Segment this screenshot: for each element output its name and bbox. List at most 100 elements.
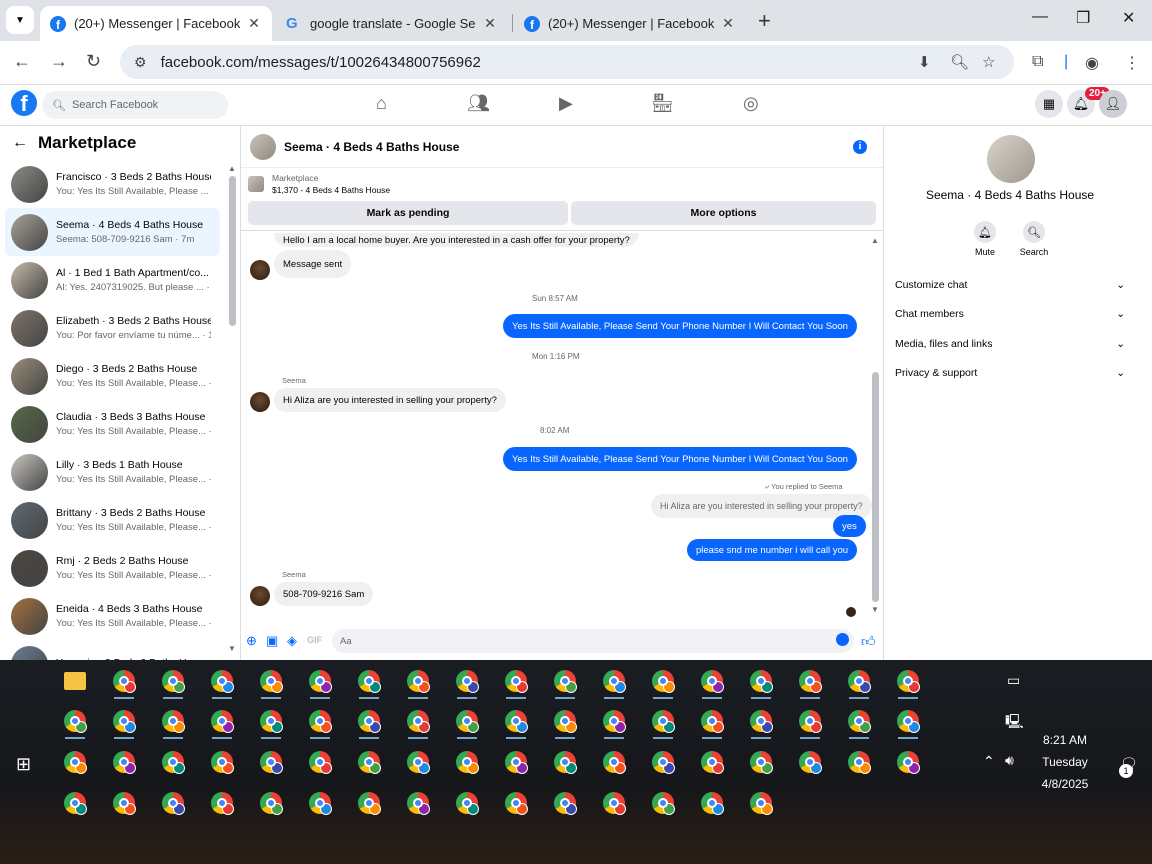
scrollbar[interactable] <box>229 176 236 326</box>
chrome-profile-icon[interactable] <box>356 708 382 739</box>
photo-icon[interactable]: ▣ <box>266 633 278 649</box>
close-tab-icon[interactable]: ✕ <box>246 15 262 32</box>
tab-messenger-1[interactable]: f (20+) Messenger | Facebook ✕ <box>40 6 272 41</box>
chrome-profile-icon[interactable] <box>454 708 480 739</box>
facebook-search-input[interactable]: 🔍︎ Search Facebook <box>42 91 228 119</box>
message-input[interactable]: Aa <box>332 629 854 653</box>
section-customize-chat[interactable]: Customize chat ⌄ <box>895 279 1125 291</box>
chrome-profile-icon[interactable] <box>209 708 235 739</box>
chrome-profile-icon[interactable] <box>748 668 774 699</box>
gif-icon[interactable]: GIF <box>307 635 322 645</box>
plus-icon[interactable]: ⊕ <box>246 633 257 649</box>
bookmark-star-icon[interactable]: ☆ <box>982 53 995 71</box>
conversation-item[interactable]: Diego · 3 Beds 2 Baths House You: Yes Its… <box>5 352 220 400</box>
chat-scrollbar[interactable] <box>872 372 879 602</box>
conversation-item[interactable]: Al · 1 Bed 1 Bath Apartment/co... Al: Yes… <box>5 256 220 304</box>
chrome-profile-icon[interactable] <box>62 790 88 816</box>
close-window-button[interactable]: ✕ <box>1122 8 1135 28</box>
chrome-profile-icon[interactable] <box>699 708 725 739</box>
chrome-profile-icon[interactable] <box>111 668 137 699</box>
address-bar[interactable]: ⚙ facebook.com/messages/t/10026434800756… <box>120 45 1014 79</box>
meet-now-icon[interactable]: ▭ <box>1007 672 1020 689</box>
section-chat-members[interactable]: Chat members ⌄ <box>895 308 1125 320</box>
network-icon[interactable]: 🖳︎ <box>1005 711 1024 735</box>
emoji-icon[interactable] <box>836 633 849 646</box>
more-options-button[interactable]: More options <box>571 201 876 225</box>
scroll-up-icon[interactable]: ▲ <box>228 164 236 173</box>
taskbar-day[interactable]: Tuesday <box>1030 755 1100 769</box>
chrome-profile-icon[interactable] <box>699 749 725 775</box>
chat-title[interactable]: Seema · 4 Beds 4 Baths House <box>284 140 459 154</box>
marketplace-icon[interactable]: 🏪︎ <box>651 93 674 114</box>
chrome-profile-icon[interactable] <box>307 749 333 775</box>
conversation-item[interactable]: Claudia · 3 Beds 3 Baths House You: Yes I… <box>5 400 220 448</box>
chrome-profile-icon[interactable] <box>111 708 137 739</box>
new-tab-button[interactable]: + <box>758 8 771 34</box>
chrome-profile-icon[interactable] <box>356 668 382 699</box>
chrome-profile-icon[interactable] <box>797 749 823 775</box>
chrome-profile-icon[interactable] <box>111 749 137 775</box>
chrome-profile-icon[interactable] <box>846 749 872 775</box>
chrome-profile-icon[interactable] <box>650 708 676 739</box>
chrome-profile-icon[interactable] <box>895 708 921 739</box>
chrome-profile-icon[interactable] <box>405 668 431 699</box>
back-icon[interactable]: ← <box>13 51 31 72</box>
reload-icon[interactable]: ↻ <box>86 51 101 72</box>
forward-icon[interactable]: → <box>50 51 68 72</box>
chrome-profile-icon[interactable] <box>454 668 480 699</box>
mute-button[interactable]: 🔔︎ Mute <box>963 221 1007 257</box>
scroll-up-icon[interactable]: ▲ <box>871 236 879 245</box>
facebook-logo[interactable]: f <box>11 90 37 116</box>
chrome-profile-icon[interactable] <box>552 749 578 775</box>
chrome-profile-icon[interactable] <box>62 708 88 739</box>
conversation-item[interactable]: Brittany · 3 Beds 2 Baths House You: Yes … <box>5 496 220 544</box>
scroll-down-icon[interactable]: ▼ <box>871 605 879 614</box>
chrome-profile-icon[interactable] <box>258 790 284 816</box>
chrome-profile-icon[interactable] <box>650 749 676 775</box>
chrome-profile-icon[interactable] <box>846 708 872 739</box>
chrome-profile-icon[interactable] <box>356 749 382 775</box>
chat-avatar[interactable] <box>250 133 276 160</box>
info-icon[interactable]: i <box>853 140 867 154</box>
video-icon[interactable]: ▶ <box>559 93 573 114</box>
chrome-profile-icon[interactable] <box>405 749 431 775</box>
chrome-profile-icon[interactable] <box>748 749 774 775</box>
conversation-item[interactable]: Francisco · 3 Beds 2 Baths House You: Yes… <box>5 160 220 208</box>
taskbar-time[interactable]: 8:21 AM <box>1030 733 1100 747</box>
chrome-profile-icon[interactable] <box>209 749 235 775</box>
tab-messenger-2[interactable]: f (20+) Messenger | Facebook ✕ <box>514 6 746 41</box>
chrome-profile-icon[interactable] <box>258 749 284 775</box>
chrome-profile-icon[interactable] <box>650 668 676 699</box>
close-tab-icon[interactable]: ✕ <box>482 15 498 32</box>
chrome-profile-icon[interactable] <box>699 668 725 699</box>
chrome-profile-icon[interactable] <box>601 668 627 699</box>
listing-thumbnail[interactable] <box>248 176 264 192</box>
chrome-profile-icon[interactable] <box>797 668 823 699</box>
thumbs-up-icon[interactable]: 👍︎ <box>861 633 876 650</box>
conversation-item[interactable]: Rmj · 2 Beds 2 Baths House You: Yes Its S… <box>5 544 220 592</box>
chrome-profile-icon[interactable] <box>160 668 186 699</box>
zoom-icon[interactable]: 🔍︎ <box>950 53 969 71</box>
chrome-profile-icon[interactable] <box>209 790 235 816</box>
chrome-profile-icon[interactable] <box>601 749 627 775</box>
restore-button[interactable]: ❐ <box>1076 8 1090 28</box>
chrome-profile-icon[interactable] <box>454 790 480 816</box>
chrome-profile-icon[interactable] <box>160 790 186 816</box>
chrome-profile-icon[interactable] <box>307 668 333 699</box>
menu-kebab-icon[interactable]: ⋮ <box>1124 53 1140 73</box>
windows-start-icon[interactable]: ⊞ <box>16 754 31 775</box>
chrome-profile-icon[interactable] <box>307 708 333 739</box>
chrome-profile-icon[interactable] <box>895 668 921 699</box>
chrome-profile-icon[interactable] <box>160 708 186 739</box>
show-hidden-icons-chevron[interactable]: ⌃ <box>983 753 995 770</box>
sticker-icon[interactable]: ◈ <box>287 633 297 649</box>
chrome-profile-icon[interactable] <box>209 668 235 699</box>
chrome-profile-icon[interactable] <box>552 708 578 739</box>
chrome-profile-icon[interactable] <box>601 790 627 816</box>
chrome-profile-icon[interactable] <box>748 708 774 739</box>
chrome-profile-icon[interactable] <box>503 668 529 699</box>
chrome-profile-icon[interactable] <box>503 708 529 739</box>
search-button[interactable]: 🔍︎ Search <box>1012 221 1056 257</box>
friends-icon[interactable]: 👥︎ <box>467 93 490 114</box>
conversation-item[interactable]: Elizabeth · 3 Beds 2 Baths House You: Por… <box>5 304 220 352</box>
